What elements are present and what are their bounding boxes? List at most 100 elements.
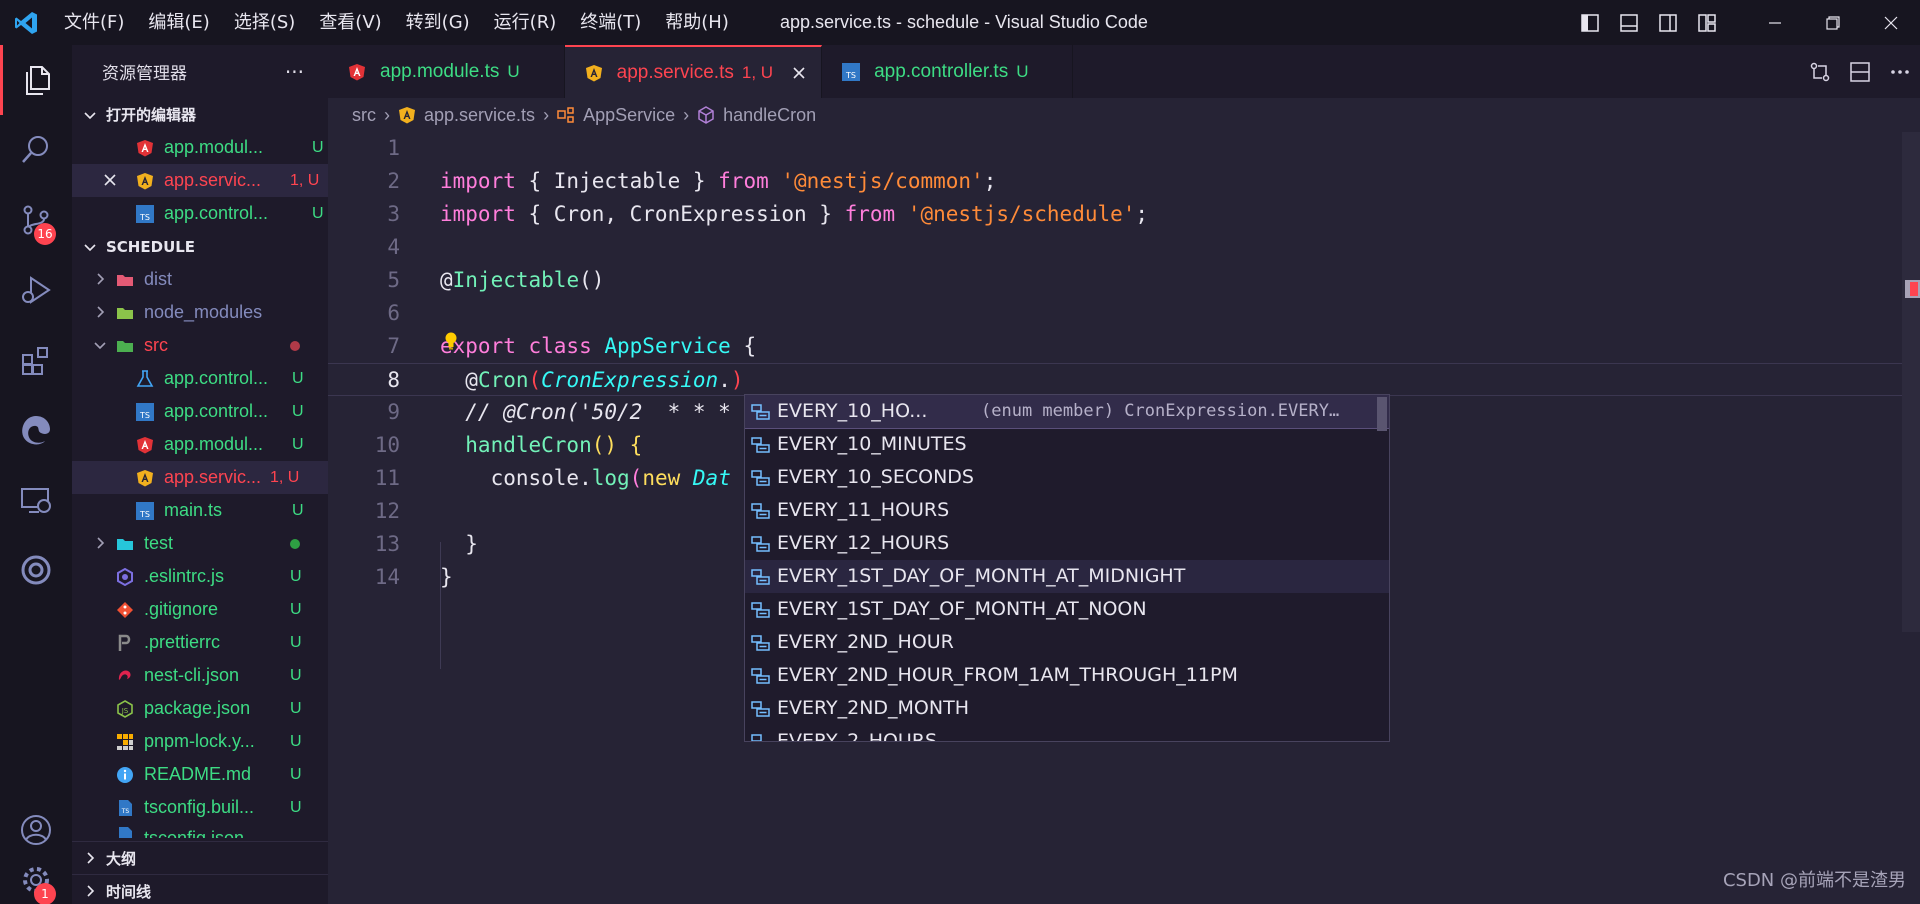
close-icon[interactable]	[791, 65, 807, 81]
code-text: import { Injectable } from '@nestjs/comm…	[440, 169, 997, 193]
angular-service-icon	[137, 470, 153, 487]
outline-section-header[interactable]: 大纲	[72, 841, 328, 874]
toggle-primary-sidebar-icon[interactable]	[1570, 0, 1609, 45]
tree-file-selected[interactable]: app.servic... 1, U	[72, 461, 328, 494]
suggestion-item[interactable]: EVERY_2_HOURS	[745, 725, 1389, 741]
editor-scrollbar[interactable]	[1902, 132, 1920, 632]
breadcrumb-method[interactable]: handleCron	[723, 105, 816, 126]
menu-edit[interactable]: 编辑(E)	[136, 0, 221, 45]
split-editor-icon[interactable]	[1840, 45, 1880, 98]
suggestion-item[interactable]: EVERY_10_SECONDS	[745, 461, 1389, 494]
suggestion-item[interactable]: EVERY_1ST_DAY_OF_MONTH_AT_NOON	[745, 593, 1389, 626]
enum-member-icon	[751, 536, 770, 552]
menu-go[interactable]: 转到(G)	[394, 0, 482, 45]
tree-folder-test[interactable]: test	[72, 527, 328, 560]
tree-folder-node-modules[interactable]: node_modules	[72, 296, 328, 329]
close-icon[interactable]	[102, 172, 118, 188]
code-line-current: 8 @Cron(CronExpression.)	[328, 363, 1903, 396]
timeline-title: 时间线	[106, 882, 152, 901]
tree-file[interactable]: nest-cli.json U	[72, 659, 328, 692]
tree-file[interactable]: TS main.ts U	[72, 494, 328, 527]
suggestion-item[interactable]: EVERY_12_HOURS	[745, 527, 1389, 560]
tab-app-controller[interactable]: TS app.controller.ts U	[822, 45, 1074, 98]
tab-status: U	[1016, 61, 1029, 81]
vscode-logo-icon	[0, 0, 52, 45]
tree-file-partial[interactable]: tsconfig.json	[72, 824, 328, 838]
tree-file[interactable]: TS tsconfig.buil... U	[72, 791, 328, 824]
svg-text:JS: JS	[121, 707, 129, 715]
explorer-sidebar: 资源管理器 ··· 打开的编辑器 app.modul... U app.serv…	[72, 45, 328, 904]
suggestion-item[interactable]: EVERY_2ND_HOUR_FROM_1AM_THROUGH_11PM	[745, 659, 1389, 692]
suggestion-item[interactable]: EVERY_10_MINUTES	[745, 428, 1389, 461]
breadcrumb-class[interactable]: AppService	[583, 105, 675, 126]
menu-run[interactable]: 运行(R)	[482, 0, 569, 45]
code-text: import { Cron, CronExpression } from '@n…	[440, 202, 1149, 226]
tree-folder-dist[interactable]: dist	[72, 263, 328, 296]
minimize-button[interactable]	[1746, 0, 1804, 45]
open-editor-name: app.control...	[164, 203, 269, 223]
restore-button[interactable]	[1804, 0, 1862, 45]
explorer-icon[interactable]	[0, 45, 72, 115]
menu-help[interactable]: 帮助(H)	[653, 0, 741, 45]
enum-member-icon	[751, 701, 770, 717]
menu-terminal[interactable]: 终端(T)	[568, 0, 653, 45]
menu-selection[interactable]: 选择(S)	[222, 0, 307, 45]
suggestion-item[interactable]: EVERY_2ND_HOUR	[745, 626, 1389, 659]
chevron-right-icon	[87, 885, 95, 897]
menu-file[interactable]: 文件(F)	[52, 0, 136, 45]
tree-folder-src[interactable]: src	[72, 329, 328, 362]
tab-app-service[interactable]: app.service.ts 1, U	[564, 45, 823, 98]
open-editor-item[interactable]: app.servic... 1, U	[72, 164, 328, 197]
tree-file[interactable]: app.modul... U	[72, 428, 328, 461]
lightbulb-icon[interactable]	[444, 332, 458, 350]
search-icon[interactable]	[0, 115, 72, 185]
menu-view[interactable]: 查看(V)	[307, 0, 393, 45]
open-editor-item[interactable]: app.modul... U	[72, 131, 328, 164]
folder-icon	[117, 275, 133, 286]
suggestion-item[interactable]: EVERY_11_HOURS	[745, 494, 1389, 527]
git-status: 1, U	[270, 469, 300, 486]
remote-explorer-icon[interactable]	[0, 465, 72, 535]
tree-file[interactable]: JS package.json U	[72, 692, 328, 725]
tab-app-module[interactable]: app.module.ts U	[328, 45, 565, 98]
edge-devtools-icon[interactable]	[0, 395, 72, 465]
tree-file[interactable]: .prettierrc U	[72, 626, 328, 659]
tree-file[interactable]: .eslintrc.js U	[72, 560, 328, 593]
tree-file[interactable]: README.md U	[72, 758, 328, 791]
extensions-icon[interactable]	[0, 325, 72, 395]
suggestion-item[interactable]: EVERY_1ST_DAY_OF_MONTH_AT_MIDNIGHT	[745, 560, 1389, 593]
autocomplete-suggest-widget: EVERY_10_HO... (enum member) CronExpress…	[744, 394, 1390, 742]
more-actions-icon[interactable]	[1880, 45, 1920, 98]
open-editors-section-header[interactable]: 打开的编辑器	[72, 98, 328, 131]
toggle-secondary-sidebar-icon[interactable]	[1648, 0, 1687, 45]
toggle-panel-icon[interactable]	[1609, 0, 1648, 45]
compare-changes-icon[interactable]	[1800, 45, 1840, 98]
git-status: U	[290, 634, 302, 651]
line-number: 11	[374, 466, 400, 490]
git-icon	[117, 602, 133, 618]
breadcrumb-file[interactable]: app.service.ts	[424, 105, 535, 126]
tree-file[interactable]: .gitignore U	[72, 593, 328, 626]
run-debug-icon[interactable]	[0, 255, 72, 325]
explorer-more-button[interactable]: ···	[285, 60, 304, 84]
breadcrumb-src[interactable]: src	[352, 105, 376, 126]
source-control-icon[interactable]: 16	[0, 185, 72, 255]
suggest-scrollbar[interactable]	[1377, 397, 1387, 431]
manage-gear-icon[interactable]: 1	[0, 845, 72, 904]
tree-file[interactable]: TS app.control... U	[72, 395, 328, 428]
suggestion-detail: (enum member) CronExpression.EVERY…	[981, 401, 1340, 421]
close-window-button[interactable]	[1862, 0, 1920, 45]
line-number: 3	[387, 202, 400, 226]
tree-file[interactable]: pnpm-lock.y... U	[72, 725, 328, 758]
code-line: 3 import { Cron, CronExpression } from '@…	[328, 198, 1903, 231]
open-editor-item[interactable]: TS app.control... U	[72, 197, 328, 230]
tree-item-name: nest-cli.json	[144, 665, 240, 685]
timeline-extension-icon[interactable]	[0, 535, 72, 605]
customize-layout-icon[interactable]	[1687, 0, 1726, 45]
suggestion-item[interactable]: EVERY_10_HO... (enum member) CronExpress…	[745, 395, 1389, 431]
project-section-header[interactable]: SCHEDULE	[72, 230, 328, 263]
timeline-section-header[interactable]: 时间线	[72, 874, 328, 904]
tree-file[interactable]: app.control... U	[72, 362, 328, 395]
suggestion-item[interactable]: EVERY_2ND_MONTH	[745, 692, 1389, 725]
enum-member-icon	[751, 404, 770, 420]
